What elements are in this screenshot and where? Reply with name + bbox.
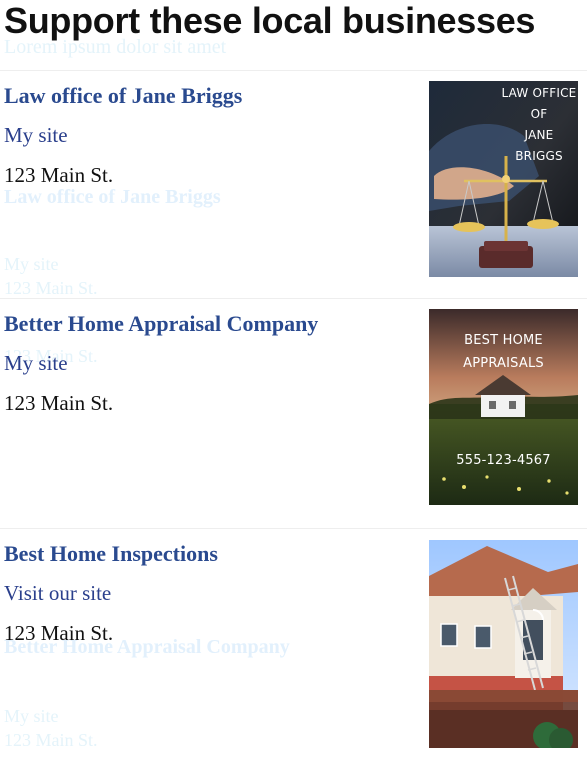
business-site-link[interactable]: My site [4,122,68,148]
appraisal-image: BEST HOME APPRAISALS 555-123-4567 [429,309,578,505]
business-site-link[interactable]: My site [4,350,68,376]
business-card-inspections: Best Home Inspections Visit our site 123… [0,528,587,756]
business-card-law-office: Law office of Jane Briggs My site 123 Ma… [0,70,587,298]
business-address: 123 Main St. [4,163,114,187]
law-office-image: LAW OFFICE OF JANE BRIGGS [429,81,578,277]
business-name: Law office of Jane Briggs [4,83,243,108]
house-with-ladder-icon [429,540,578,748]
business-name: Better Home Appraisal Company [4,311,319,336]
business-site-link[interactable]: Visit our site [4,580,111,606]
business-card-appraisal: Better Home Appraisal Company My site 12… [0,298,587,526]
business-address: 123 Main St. [4,621,114,645]
business-name: Best Home Inspections [4,541,218,566]
business-address: 123 Main St. [4,391,114,415]
inspections-image [429,540,578,748]
page-title: Support these local businesses [4,0,536,41]
law-office-image-caption: LAW OFFICE OF JANE BRIGGS [501,86,577,163]
appraisal-image-caption: BEST HOME APPRAISALS [463,333,544,371]
phone-number: 555-123-4567 [456,453,551,468]
